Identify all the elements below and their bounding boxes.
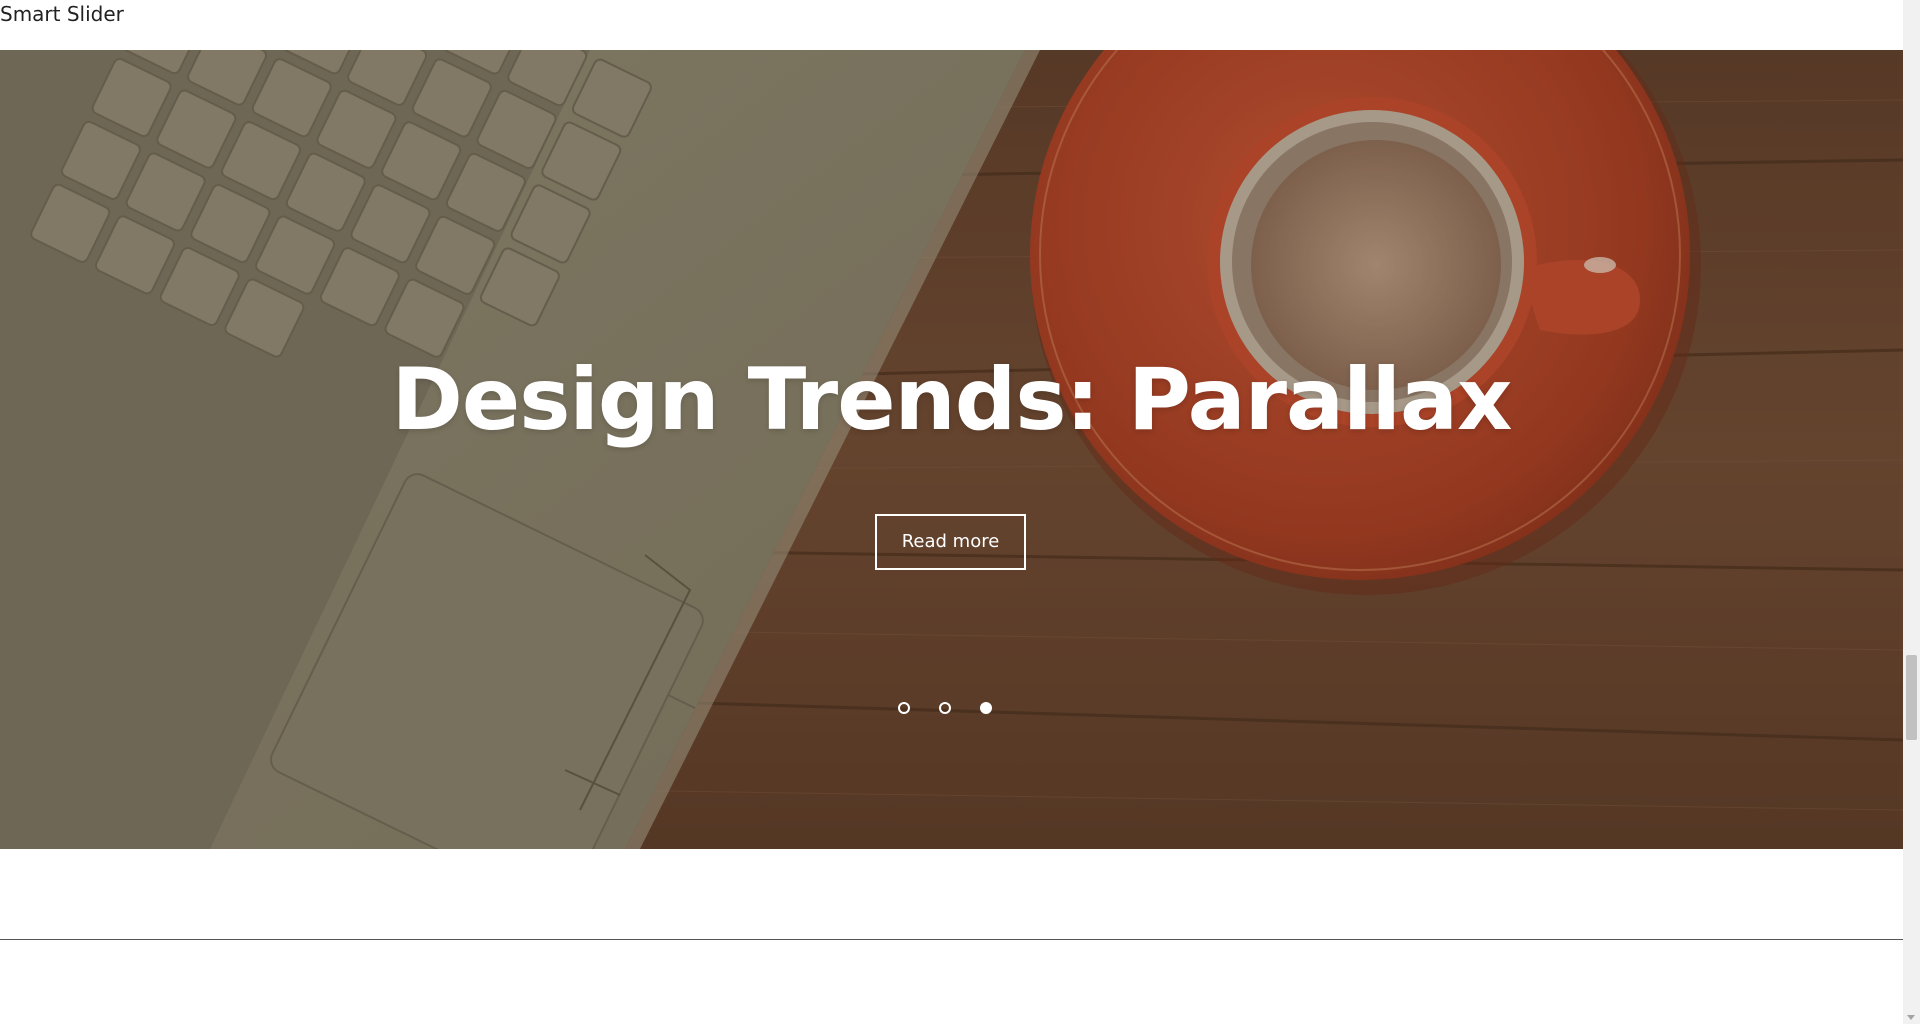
page: Smart Slider Design Trends: Parallax Rea… [0,0,1920,1024]
image-slider[interactable]: Design Trends: Parallax Read more [0,50,1903,849]
scrollbar-thumb[interactable] [1906,655,1917,740]
slide-1-dot[interactable] [898,702,910,714]
scroll-down-arrow-icon[interactable] [1907,1015,1915,1020]
slider-pagination [898,702,992,714]
slide-heading: Design Trends: Parallax [391,350,1512,450]
section-title: Smart Slider [0,2,124,26]
slide-3-dot[interactable] [980,702,992,714]
read-more-button[interactable]: Read more [875,514,1026,570]
divider [0,939,1903,940]
slide-2-dot[interactable] [939,702,951,714]
vertical-scrollbar[interactable] [1903,0,1920,1024]
